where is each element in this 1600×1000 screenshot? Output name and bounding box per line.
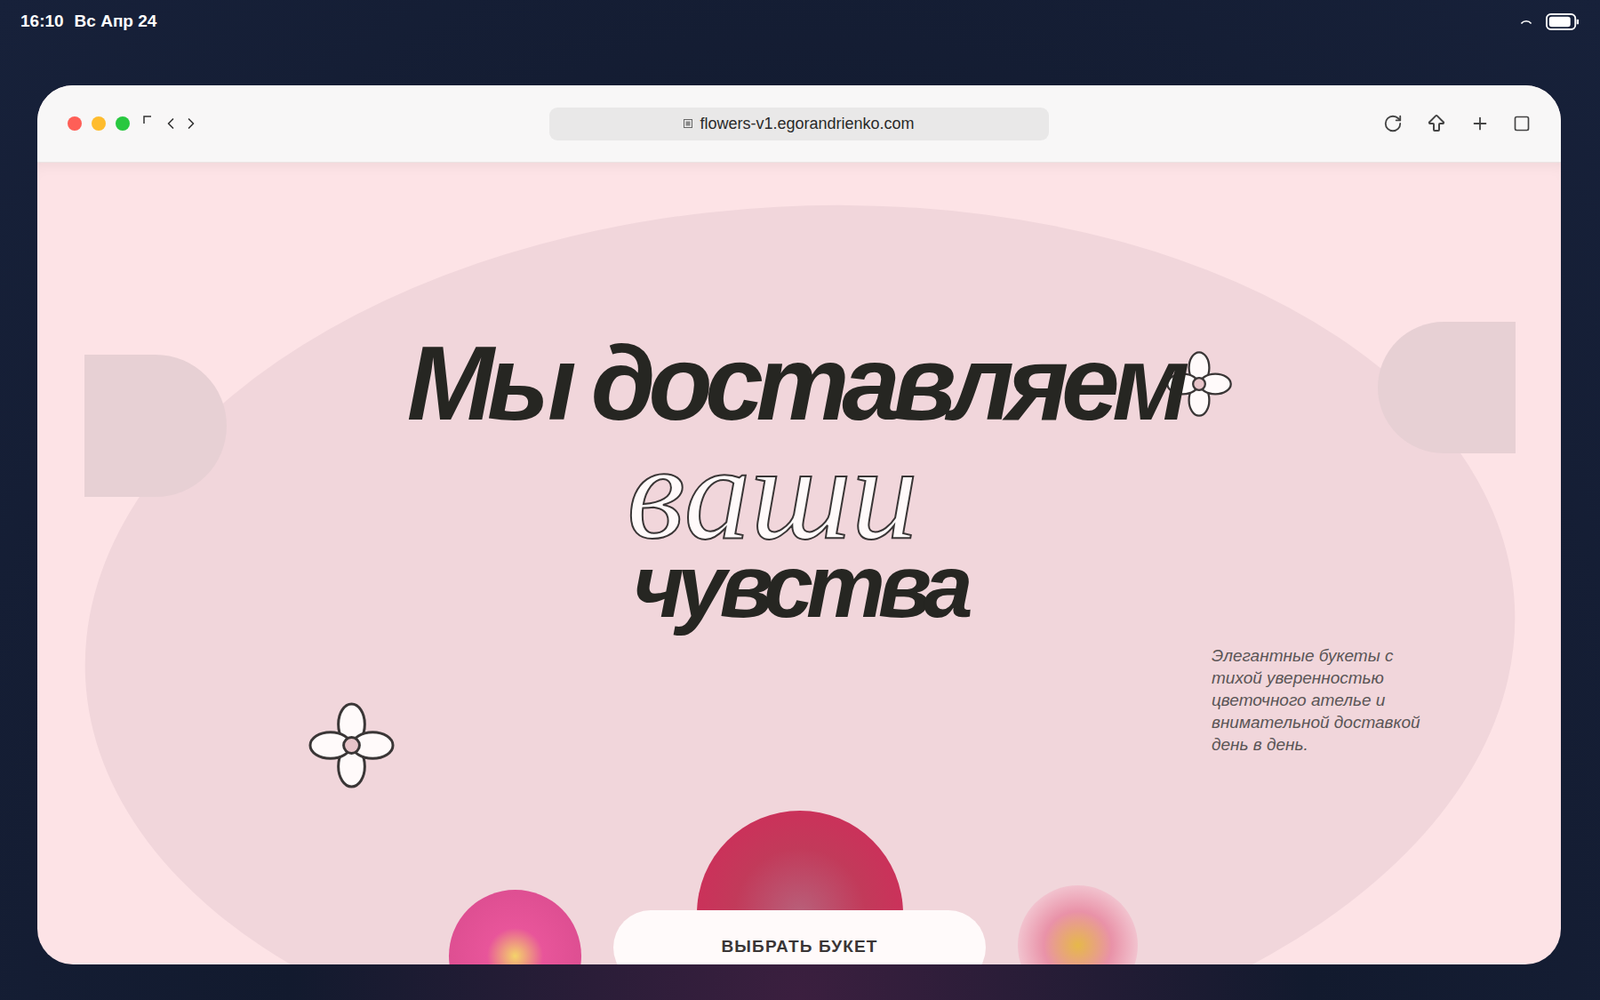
hero-description: Элегантные букеты стихой уверенностьюцве… — [1211, 644, 1455, 756]
page-icon — [683, 119, 693, 128]
address-bar[interactable]: flowers-v1.egorandrienko.com — [549, 107, 1049, 141]
new-tab-icon[interactable] — [1470, 113, 1490, 134]
wifi-icon — [1519, 16, 1534, 26]
sidebar-icon[interactable] — [143, 115, 152, 125]
forward-icon[interactable] — [182, 114, 200, 133]
flower-mark-icon — [307, 701, 396, 790]
title-line: чувства — [632, 541, 966, 631]
title-line: Мы доставляем — [407, 330, 1192, 436]
battery-icon — [1545, 13, 1580, 31]
minimize-button[interactable] — [91, 116, 106, 131]
zoom-button[interactable] — [115, 116, 130, 131]
page-content: Мы доставляемвашичувства Элегантные букет… — [37, 162, 1561, 965]
status-bar: 16:10 Вс Апр 24 — [0, 0, 1600, 43]
browser-toolbar: flowers-v1.egorandrienko.com — [37, 85, 1561, 163]
hero-title: Мы доставляемвашичувства — [37, 162, 1561, 631]
left-blob — [84, 354, 227, 497]
tabs-icon[interactable] — [1512, 114, 1531, 133]
back-icon[interactable] — [161, 114, 180, 133]
hero-bottom: ВЫБРАТЬ БУКЕТ — [37, 810, 1561, 964]
flower-photo — [448, 889, 582, 965]
flower-photo — [1017, 885, 1138, 965]
share-icon[interactable] — [1425, 112, 1448, 135]
screen: 16:10 Вс Апр 24 flowers-v1.egorandrienko.c… — [0, 0, 1600, 1000]
status-time: 16:10 — [20, 8, 64, 35]
reload-icon[interactable] — [1383, 113, 1403, 134]
close-button[interactable] — [67, 116, 82, 131]
browser-window: flowers-v1.egorandrienko.com Мы доставляе… — [37, 85, 1561, 965]
url-text: flowers-v1.egorandrienko.com — [699, 112, 914, 136]
status-date: Вс Апр 24 — [74, 8, 158, 35]
title-script: ваши — [626, 425, 918, 560]
choose-bouquet-button[interactable]: ВЫБРАТЬ БУКЕТ — [613, 910, 986, 965]
right-blob — [1377, 321, 1516, 454]
